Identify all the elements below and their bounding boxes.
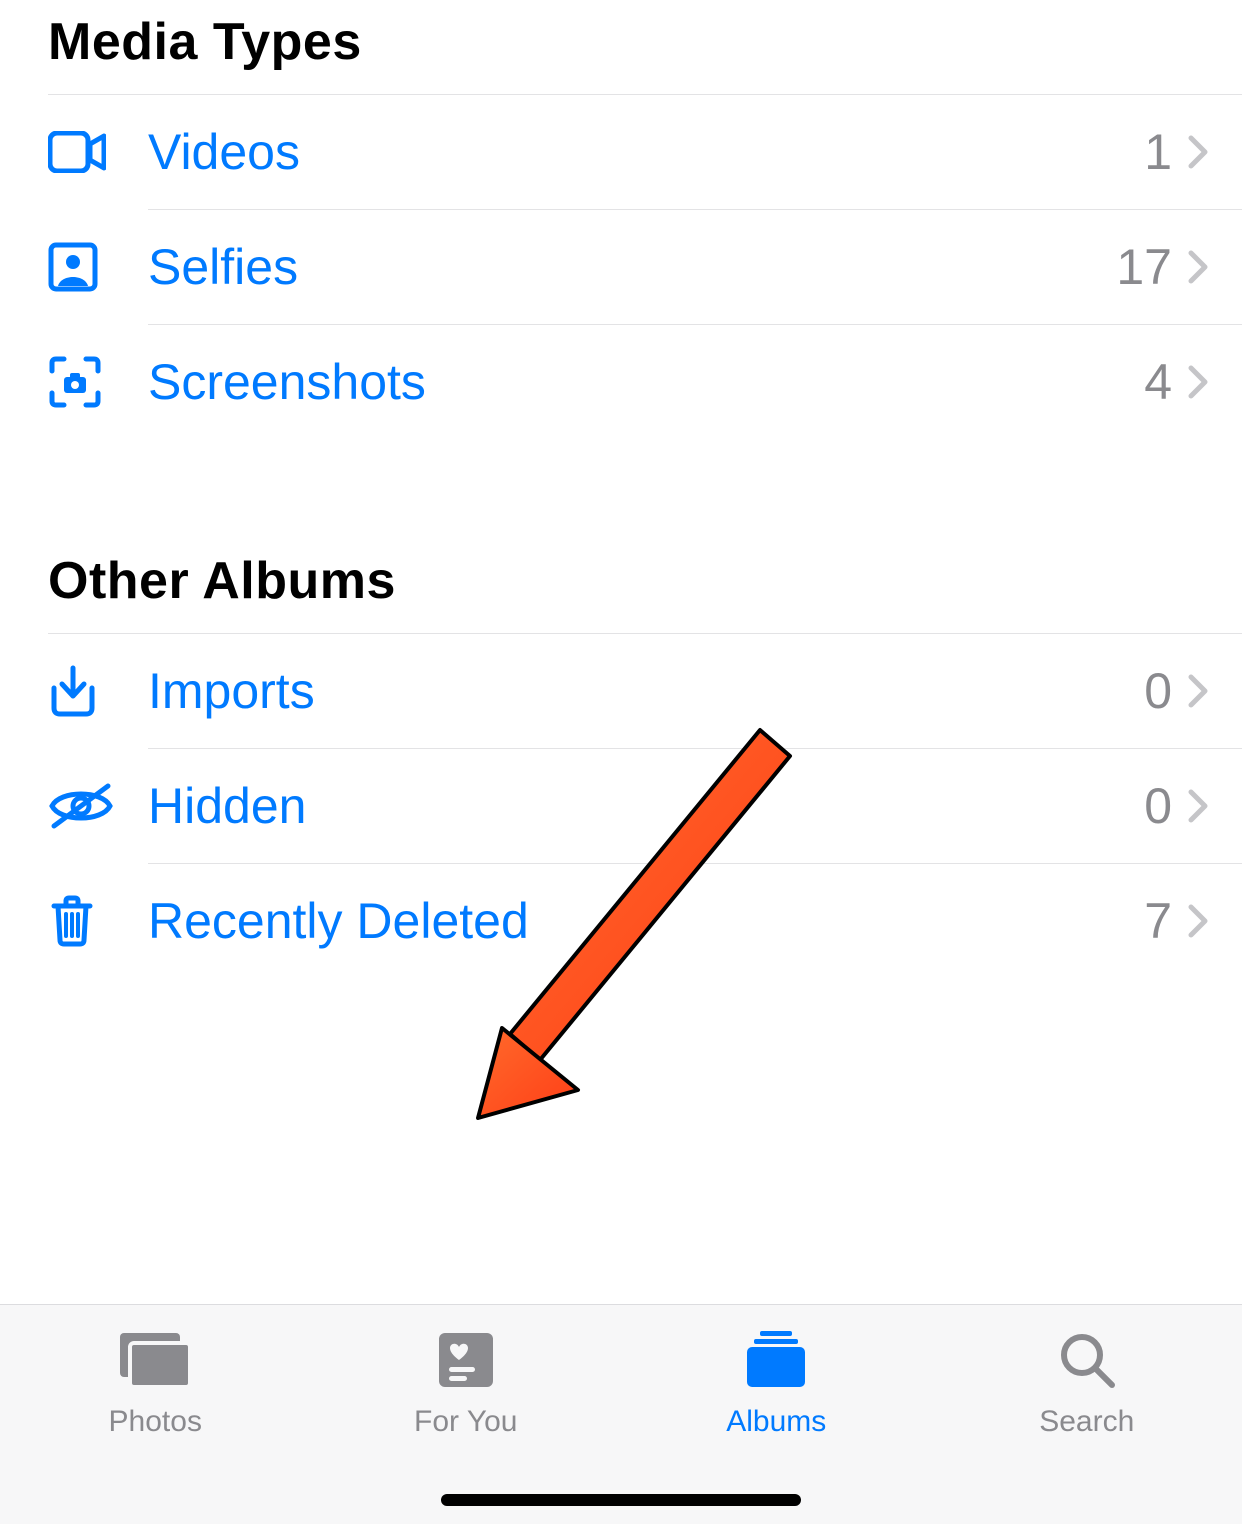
row-label: Selfies	[148, 238, 1116, 296]
row-screenshots[interactable]: Screenshots 4	[48, 325, 1242, 439]
row-label: Screenshots	[148, 353, 1144, 411]
chevron-right-icon	[1182, 365, 1242, 399]
row-label: Recently Deleted	[148, 892, 1144, 950]
video-camera-icon	[48, 131, 148, 173]
memories-icon	[435, 1327, 497, 1393]
trash-icon	[48, 894, 148, 948]
section-title-media-types: Media Types	[48, 0, 1242, 94]
row-count: 0	[1144, 777, 1182, 835]
tab-label: Photos	[109, 1405, 202, 1439]
photos-stack-icon	[116, 1327, 194, 1393]
portrait-icon	[48, 242, 148, 292]
row-hidden[interactable]: Hidden 0	[48, 749, 1242, 863]
chevron-right-icon	[1182, 674, 1242, 708]
chevron-right-icon	[1182, 135, 1242, 169]
row-count: 17	[1116, 238, 1182, 296]
row-selfies[interactable]: Selfies 17	[48, 210, 1242, 324]
row-count: 7	[1144, 892, 1182, 950]
download-icon	[48, 664, 148, 718]
row-imports[interactable]: Imports 0	[48, 634, 1242, 748]
tab-bar: Photos For You Albums	[0, 1304, 1242, 1524]
albums-icon	[741, 1327, 811, 1393]
tab-label: Albums	[726, 1405, 826, 1439]
chevron-right-icon	[1182, 904, 1242, 938]
row-count: 0	[1144, 662, 1182, 720]
row-recently-deleted[interactable]: Recently Deleted 7	[48, 864, 1242, 978]
chevron-right-icon	[1182, 250, 1242, 284]
tab-albums[interactable]: Albums	[621, 1305, 932, 1524]
search-icon	[1056, 1327, 1118, 1393]
row-count: 1	[1144, 123, 1182, 181]
tab-label: For You	[414, 1405, 517, 1439]
home-indicator[interactable]	[441, 1494, 801, 1506]
tab-photos[interactable]: Photos	[0, 1305, 311, 1524]
eye-slash-icon	[48, 782, 148, 830]
row-label: Hidden	[148, 777, 1144, 835]
tab-for-you[interactable]: For You	[311, 1305, 622, 1524]
row-videos[interactable]: Videos 1	[48, 95, 1242, 209]
chevron-right-icon	[1182, 789, 1242, 823]
row-count: 4	[1144, 353, 1182, 411]
tab-label: Search	[1039, 1405, 1134, 1439]
row-label: Imports	[148, 662, 1144, 720]
tab-search[interactable]: Search	[932, 1305, 1242, 1524]
screenshot-icon	[48, 355, 148, 409]
row-label: Videos	[148, 123, 1144, 181]
section-title-other-albums: Other Albums	[48, 539, 1242, 633]
